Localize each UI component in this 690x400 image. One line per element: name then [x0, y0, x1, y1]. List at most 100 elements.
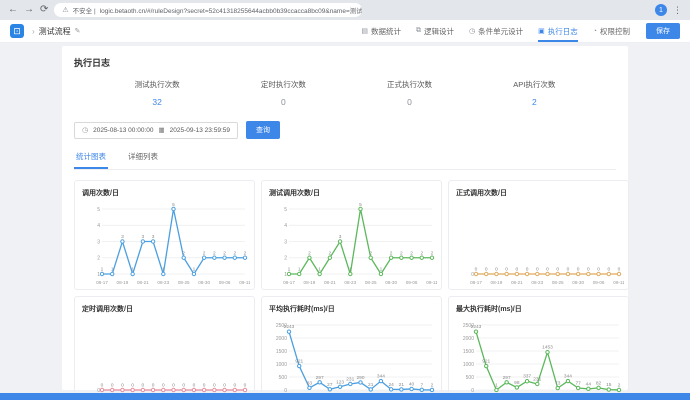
svg-text:921: 921: [482, 359, 490, 365]
svg-text:1500: 1500: [276, 349, 287, 355]
svg-text:1: 1: [380, 267, 383, 273]
svg-text:0: 0: [567, 267, 570, 273]
chart-max-duration-per-day: 最大执行耗时(ms)/日 0500100015002000250008-1708…: [448, 296, 629, 400]
stat-formal-executions: 正式执行次数 0: [387, 79, 432, 107]
date-start: 2025-08-13 00:00:00: [93, 127, 153, 134]
svg-text:2: 2: [244, 250, 247, 256]
svg-text:2: 2: [213, 250, 216, 256]
svg-text:08-23: 08-23: [157, 280, 169, 285]
filter-row: ◷ 2025-08-13 00:00:00 ▦ 2025-09-13 23:59…: [74, 121, 616, 139]
date-end: 2025-09-13 23:59:59: [170, 127, 230, 134]
execution-log-panel: 执行日志 测试执行次数 32 定时执行次数 0 正式执行次数 0 API执行次数…: [62, 46, 628, 390]
browser-menu-icon[interactable]: ⋮: [673, 5, 682, 16]
svg-text:2: 2: [431, 250, 434, 256]
svg-text:08-21: 08-21: [137, 280, 149, 285]
svg-text:08-17: 08-17: [283, 280, 295, 285]
tab-execution-log[interactable]: ▣ 执行日志: [538, 20, 578, 42]
svg-text:08-23: 08-23: [531, 280, 543, 285]
tab-label: 条件单元设计: [478, 26, 523, 37]
svg-text:1: 1: [288, 267, 291, 273]
svg-text:0: 0: [607, 267, 610, 273]
chart-title: 测试调用次数/日: [269, 188, 437, 198]
svg-text:500: 500: [466, 375, 475, 381]
url-text: logic.betaoth.cn/#/ruleDesign?secret=52c…: [100, 5, 363, 15]
svg-text:08-25: 08-25: [365, 280, 377, 285]
stat-label: 正式执行次数: [387, 79, 432, 90]
date-range-picker[interactable]: ◷ 2025-08-13 00:00:00 ▦ 2025-09-13 23:59…: [74, 122, 238, 139]
svg-text:2: 2: [97, 256, 100, 262]
svg-text:123: 123: [336, 379, 344, 385]
svg-text:1: 1: [298, 267, 301, 273]
svg-text:0: 0: [587, 267, 590, 273]
svg-text:3: 3: [284, 239, 287, 245]
subtab-detail-list[interactable]: 详细列表: [126, 151, 160, 169]
svg-text:27: 27: [327, 382, 333, 388]
panel-title: 执行日志: [74, 56, 616, 69]
svg-text:2: 2: [203, 250, 206, 256]
svg-text:1: 1: [495, 382, 498, 388]
subtab-statistics-charts[interactable]: 统计图表: [74, 151, 108, 169]
line-chart: 1234508-1708-1908-2108-2308-2508-3009-06…: [269, 200, 437, 288]
svg-text:77: 77: [575, 380, 581, 386]
forward-icon[interactable]: →: [24, 5, 34, 15]
chart-formal-calls-per-day: 正式调用次数/日 008-1708-1908-2108-2308-2508-30…: [448, 180, 629, 290]
svg-text:83: 83: [307, 380, 313, 386]
svg-text:344: 344: [564, 374, 572, 380]
browser-toolbar: ← → ⟳ ⚠ 不安全 | logic.betaoth.cn/#/ruleDes…: [0, 0, 690, 20]
stats-row: 测试执行次数 32 定时执行次数 0 正式执行次数 0 API执行次数 2: [94, 79, 596, 107]
line-chart: 1234508-1708-1908-2108-2308-2508-3009-06…: [82, 200, 250, 288]
stat-value[interactable]: 32: [135, 97, 180, 107]
svg-text:1: 1: [131, 267, 134, 273]
tab-data-statistics[interactable]: ▤ 数据统计: [361, 20, 401, 42]
tab-condition-unit-design[interactable]: ◷ 条件单元设计: [469, 20, 523, 42]
chart-title: 调用次数/日: [82, 188, 250, 198]
svg-text:08-25: 08-25: [552, 280, 564, 285]
svg-text:4: 4: [97, 223, 100, 229]
stat-value: 0: [387, 97, 432, 107]
svg-text:0: 0: [577, 267, 580, 273]
svg-text:08-25: 08-25: [178, 280, 190, 285]
svg-text:09-06: 09-06: [219, 280, 231, 285]
tab-label: 逻辑设计: [424, 26, 454, 37]
svg-text:3: 3: [97, 239, 100, 245]
profile-avatar[interactable]: 1: [655, 4, 667, 16]
app-logo: ⊡: [10, 24, 24, 38]
svg-text:0: 0: [597, 267, 600, 273]
svg-text:08-19: 08-19: [304, 280, 316, 285]
chart-title: 定时调用次数/日: [82, 304, 250, 314]
svg-text:2: 2: [308, 250, 311, 256]
query-button[interactable]: 查询: [246, 121, 280, 139]
svg-text:0: 0: [471, 272, 474, 278]
back-icon[interactable]: ←: [8, 5, 18, 15]
edit-icon[interactable]: ✎: [75, 27, 81, 35]
refresh-icon[interactable]: ⟳: [40, 5, 48, 15]
svg-text:0: 0: [618, 267, 621, 273]
tab-logic-design[interactable]: ⧉ 逻辑设计: [416, 20, 454, 42]
svg-text:0: 0: [495, 267, 498, 273]
save-button[interactable]: 保存: [646, 23, 680, 39]
svg-text:2243: 2243: [471, 324, 482, 330]
permission-icon: ◔: [593, 28, 597, 35]
svg-text:98: 98: [514, 380, 520, 386]
svg-text:09-06: 09-06: [406, 280, 418, 285]
svg-text:2: 2: [410, 250, 413, 256]
svg-text:2000: 2000: [463, 336, 474, 342]
svg-text:2000: 2000: [276, 336, 287, 342]
svg-text:40: 40: [409, 381, 415, 387]
svg-text:1: 1: [101, 267, 104, 273]
svg-text:1500: 1500: [463, 349, 474, 355]
tab-permission-control[interactable]: ◔ 权限控制: [593, 20, 630, 42]
svg-text:2243: 2243: [284, 324, 295, 330]
svg-text:297: 297: [503, 375, 511, 381]
data-statistics-icon: ▤: [361, 27, 368, 35]
stat-value[interactable]: 2: [513, 97, 555, 107]
svg-text:24: 24: [388, 382, 394, 388]
svg-text:297: 297: [316, 375, 324, 381]
address-bar[interactable]: ⚠ 不安全 | logic.betaoth.cn/#/ruleDesign?se…: [54, 3, 362, 17]
svg-text:2: 2: [618, 382, 621, 388]
svg-text:08-21: 08-21: [511, 280, 523, 285]
svg-text:1000: 1000: [276, 362, 287, 368]
svg-text:1: 1: [162, 267, 165, 273]
svg-text:0: 0: [556, 267, 559, 273]
calendar-icon: ▦: [158, 126, 164, 134]
